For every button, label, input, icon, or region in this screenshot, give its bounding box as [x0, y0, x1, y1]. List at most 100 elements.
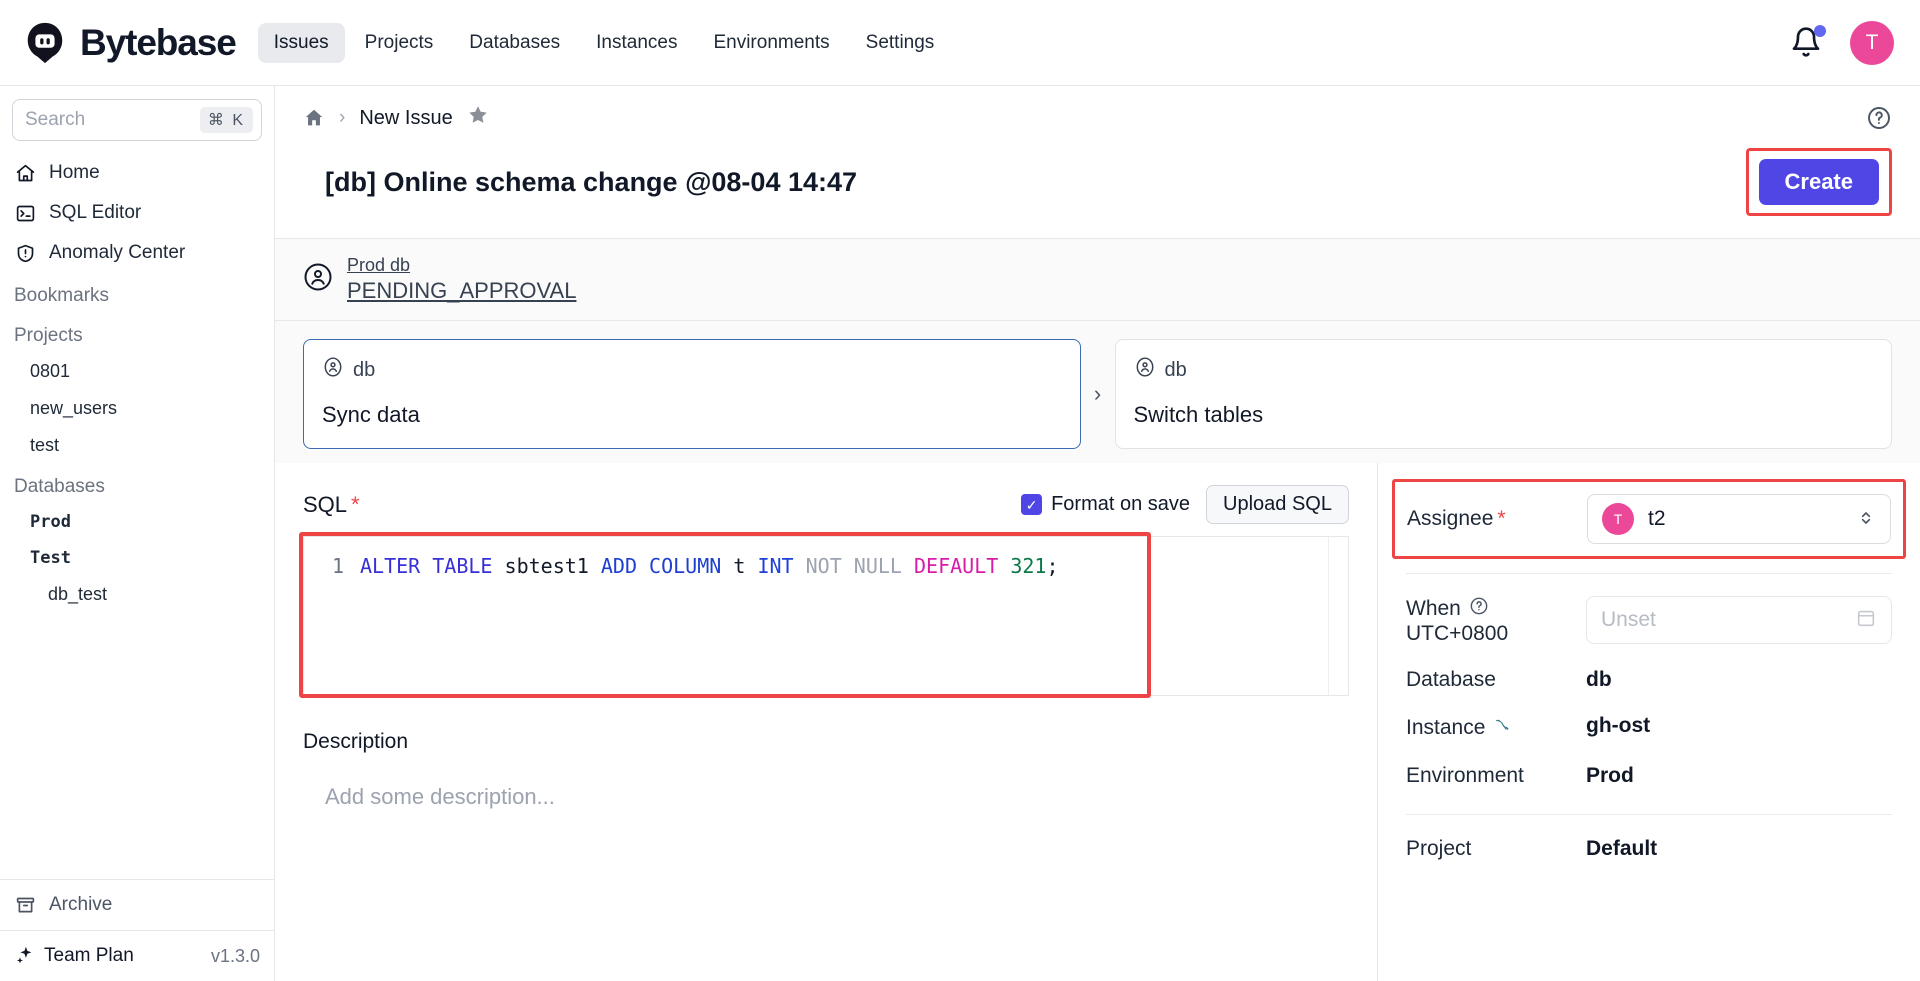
sidebar-database-test[interactable]: Test: [0, 540, 274, 576]
sidebar-item-home[interactable]: Home: [0, 153, 274, 193]
stage-db-label: db: [353, 359, 375, 382]
terminal-icon: [14, 202, 36, 224]
assignee-select[interactable]: T t2: [1587, 494, 1891, 544]
question-circle-icon[interactable]: [1469, 596, 1489, 622]
plan-version: v1.3.0: [211, 946, 260, 967]
help-icon[interactable]: [1866, 105, 1892, 131]
notifications-button[interactable]: [1790, 26, 1824, 60]
assignee-highlight: Assignee* T t2: [1392, 479, 1906, 559]
sidebar-item-label: Archive: [49, 894, 112, 916]
stage-db-label: db: [1165, 359, 1187, 382]
nav-item-environments[interactable]: Environments: [697, 23, 845, 63]
body: Search ⌘ K Home SQL Editor: [0, 86, 1920, 981]
instance-label: Instance: [1406, 714, 1586, 742]
sidebar-project-test[interactable]: test: [0, 427, 274, 464]
avatar[interactable]: T: [1850, 21, 1894, 65]
stage-top: db: [1134, 356, 1874, 384]
sidebar-project-0801[interactable]: 0801: [0, 353, 274, 390]
nav-item-databases[interactable]: Databases: [453, 23, 576, 63]
app-root: Bytebase Issues Projects Databases Insta…: [0, 0, 1920, 981]
required-mark: *: [351, 492, 360, 517]
brand[interactable]: Bytebase: [22, 20, 236, 66]
stage-card-sync-data[interactable]: db Sync data: [303, 339, 1081, 449]
when-row: When UTC+0800 Unset: [1378, 574, 1920, 646]
sidebar-footer: Archive Team Plan v1.3.0: [0, 879, 274, 981]
checkbox-checked-icon: ✓: [1021, 494, 1042, 515]
content-columns: SQL* ✓ Format on save Upload SQL: [275, 463, 1920, 981]
sidebar-project-new-users[interactable]: new_users: [0, 390, 274, 427]
top-navigation-bar: Bytebase Issues Projects Databases Insta…: [0, 0, 1920, 86]
breadcrumb-home-icon[interactable]: [303, 107, 325, 129]
home-icon: [14, 162, 36, 184]
stage-card-switch-tables[interactable]: db Switch tables: [1115, 339, 1893, 449]
issue-details-pane: Assignee* T t2: [1378, 463, 1920, 981]
brand-name: Bytebase: [80, 22, 236, 64]
plan-label: Team Plan: [44, 945, 134, 967]
environment-row: Environment Prod: [1378, 742, 1920, 788]
calendar-icon: [1855, 607, 1877, 634]
sidebar-database-prod[interactable]: Prod: [0, 504, 274, 540]
nav-item-settings[interactable]: Settings: [850, 23, 951, 63]
sql-editor[interactable]: 1 ALTER TABLE sbtest1 ADD COLUMN t INT N…: [303, 536, 1349, 696]
up-down-chevron-icon: [1856, 505, 1876, 532]
sidebar-item-label: Anomaly Center: [49, 242, 185, 264]
stage-top: db: [322, 356, 1062, 384]
breadcrumb: › New Issue: [275, 86, 1920, 136]
when-label-text: When: [1406, 597, 1461, 621]
top-bar-right: T: [1790, 21, 1894, 65]
sql-tools: ✓ Format on save Upload SQL: [1021, 485, 1349, 524]
archive-icon: [14, 894, 36, 916]
status-assignee-link[interactable]: Prod db: [347, 255, 576, 276]
sql-code-line: 1 ALTER TABLE sbtest1 ADD COLUMN t INT N…: [304, 551, 1328, 581]
bytebase-logo-icon: [22, 20, 68, 66]
environment-label: Environment: [1406, 764, 1586, 788]
star-icon[interactable]: [467, 104, 489, 132]
search-input[interactable]: Search ⌘ K: [12, 99, 262, 141]
when-label: When: [1406, 596, 1586, 622]
sidebar-plan[interactable]: Team Plan v1.3.0: [0, 931, 274, 981]
breadcrumb-current[interactable]: New Issue: [359, 107, 452, 130]
instance-row: Instance gh-ost: [1378, 692, 1920, 742]
when-datetime-input[interactable]: Unset: [1586, 596, 1892, 644]
nav-item-projects[interactable]: Projects: [349, 23, 450, 63]
sidebar-item-label: Home: [49, 162, 100, 184]
main-content: › New Issue [db] Online schema change @0…: [275, 86, 1920, 981]
sidebar-item-sql-editor[interactable]: SQL Editor: [0, 193, 274, 233]
nav-item-instances[interactable]: Instances: [580, 23, 693, 63]
sidebar-group-projects: Projects: [0, 313, 274, 353]
nav-item-issues[interactable]: Issues: [258, 23, 345, 63]
search-shortcut-badge: ⌘ K: [200, 107, 253, 133]
sql-pane: SQL* ✓ Format on save Upload SQL: [275, 463, 1378, 981]
database-value: db: [1586, 668, 1612, 692]
mysql-dolphin-icon: [1493, 714, 1515, 742]
create-button-highlight: Create: [1746, 148, 1892, 216]
when-timezone: UTC+0800: [1406, 622, 1586, 646]
shield-alert-icon: [14, 242, 36, 264]
user-circle-icon: [322, 356, 344, 384]
line-number: 1: [304, 551, 360, 581]
stage-arrow-icon: ›: [1081, 339, 1115, 449]
project-label: Project: [1406, 837, 1586, 861]
sidebar-database-db-test[interactable]: db_test: [0, 576, 274, 613]
breadcrumb-separator: ›: [339, 107, 345, 129]
sparkle-icon: [14, 945, 36, 967]
sql-code-area[interactable]: 1 ALTER TABLE sbtest1 ADD COLUMN t INT N…: [304, 537, 1328, 695]
required-mark: *: [1497, 507, 1505, 530]
sidebar-item-archive[interactable]: Archive: [0, 880, 274, 931]
notification-dot: [1814, 25, 1826, 37]
editor-right-gutter: [1328, 537, 1348, 695]
sidebar-nav: Home SQL Editor Anomaly Center Bookmarks…: [0, 149, 274, 879]
user-circle-icon: [1134, 356, 1156, 384]
sidebar-item-anomaly-center[interactable]: Anomaly Center: [0, 233, 274, 273]
description-input[interactable]: Add some description...: [325, 784, 1349, 810]
issue-status-bar: Prod db PENDING_APPROVAL: [275, 239, 1920, 321]
format-on-save-toggle[interactable]: ✓ Format on save: [1021, 493, 1190, 516]
sql-label-text: SQL: [303, 492, 347, 517]
database-label: Database: [1406, 668, 1586, 692]
assignee-label: Assignee*: [1407, 507, 1587, 531]
sidebar: Search ⌘ K Home SQL Editor: [0, 86, 275, 981]
create-button[interactable]: Create: [1759, 159, 1879, 205]
upload-sql-button[interactable]: Upload SQL: [1206, 485, 1349, 524]
avatar: T: [1602, 503, 1634, 535]
status-badge[interactable]: PENDING_APPROVAL: [347, 278, 576, 304]
